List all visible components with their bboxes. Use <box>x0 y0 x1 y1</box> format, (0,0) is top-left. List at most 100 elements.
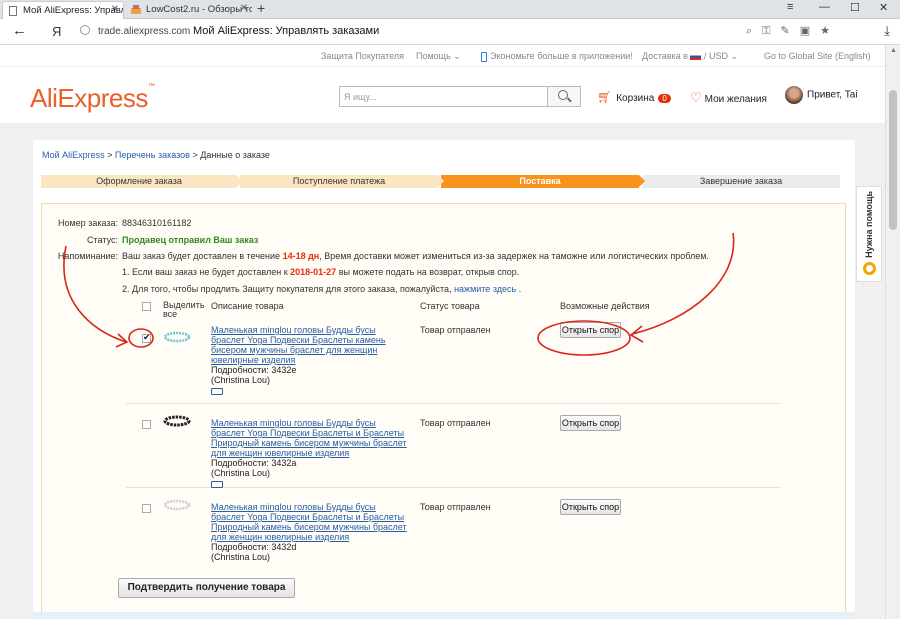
url-text[interactable]: trade.aliexpress.com <box>98 26 190 37</box>
document-icon <box>9 6 17 16</box>
shipping-icon[interactable] <box>211 481 223 488</box>
product-link[interactable]: Маленькая minglou головы Будды бусы брас… <box>211 418 407 458</box>
note-2: 2. Для того, чтобы продлить Защиту покуп… <box>122 284 521 294</box>
product-seller: (Christina Lou) <box>211 468 271 478</box>
item-checkbox[interactable] <box>142 504 151 513</box>
tab-aliexpress[interactable]: Мой AliExpress: Управля ✕ <box>2 1 124 19</box>
table-row: Маленькая minglou головы Будды бусы брас… <box>126 488 781 574</box>
cart-count-badge: 0 <box>658 94 671 103</box>
open-dispute-button[interactable]: Открыть спор <box>560 499 621 515</box>
product-link[interactable]: Маленькая minglou головы Будды бусы брас… <box>211 325 386 365</box>
open-dispute-button[interactable]: Открыть спор <box>560 415 621 431</box>
step-order-placed: Оформление заказа <box>41 175 243 188</box>
product-description: Маленькая minglou головы Будды бусы брас… <box>211 418 411 488</box>
order-info-box: Номер заказа: 88346310161182 Статус: Про… <box>41 203 846 619</box>
help-widget[interactable]: Нужна помощь <box>856 186 882 282</box>
open-dispute-button[interactable]: Открыть спор <box>560 322 621 338</box>
address-actions-icon[interactable]: ⌕⚿✎▣★ <box>746 24 840 38</box>
cart-icon: 🛒︎ <box>597 90 613 104</box>
reminder-text: Ваш заказ будет доставлен в течение 14-1… <box>122 251 709 261</box>
phone-icon <box>481 51 487 62</box>
lifebuoy-icon <box>863 262 876 275</box>
col-select-all: Выделить все <box>163 300 205 319</box>
status-label: Статус: <box>87 235 118 245</box>
close-tab-icon[interactable]: ✕ <box>240 3 248 14</box>
breadcrumb-orders[interactable]: Перечень заказов <box>115 150 190 160</box>
item-status: Товар отправлен <box>420 502 491 512</box>
extend-protection-link[interactable]: нажмите здесь <box>454 284 516 294</box>
help-label: Помощь <box>416 51 451 61</box>
note-1-post: вы можете подать на возврат, открыв спор… <box>336 267 520 277</box>
table-row: Маленькая minglou головы Будды бусы брас… <box>126 318 781 404</box>
minimize-icon[interactable]: — <box>819 1 830 13</box>
search-input[interactable]: Я ищу... <box>339 86 581 107</box>
wishlist-label: Мои желания <box>704 94 767 105</box>
step-complete: Завершение заказа <box>642 175 840 188</box>
product-seller: (Christina Lou) <box>211 375 271 385</box>
site-top-bar: Защита Покупателя Помощь ⌄ Экономьте бол… <box>0 45 885 67</box>
ship-to-selector[interactable]: Доставка в / USD ⌄ <box>642 51 738 62</box>
heart-icon: ♡ <box>690 90 702 105</box>
step-label: Завершение заказа <box>699 176 783 186</box>
step-label: Поступление платежа <box>292 176 386 186</box>
wishlist-link[interactable]: ♡ Мои желания <box>690 90 767 106</box>
yandex-logo[interactable]: Я <box>52 24 61 39</box>
scrollbar-thumb[interactable] <box>889 90 897 230</box>
help-widget-label: Нужна помощь <box>864 191 874 258</box>
order-details-panel: Мой AliExpress > Перечень заказов > Данн… <box>33 140 855 619</box>
scrollbar[interactable]: ▲ <box>885 45 900 619</box>
step-shipping: Поставка <box>441 175 645 188</box>
select-all-checkbox[interactable] <box>142 302 151 311</box>
reminder-label: Напоминание: <box>57 251 118 261</box>
menu-icon[interactable]: ≡ <box>787 1 793 13</box>
item-checkbox[interactable] <box>142 420 151 429</box>
global-site-link[interactable]: Go to Global Site (English) <box>764 51 871 61</box>
tab-label: LowCost2.ru - Обзоры това <box>146 4 252 15</box>
cart-link[interactable]: 🛒︎ Корзина 0 <box>597 90 671 104</box>
security-icon[interactable] <box>80 25 90 35</box>
step-label: Поставка <box>519 176 561 186</box>
item-checkbox[interactable] <box>142 332 151 343</box>
breadcrumb-my-aliexpress[interactable]: Мой AliExpress <box>42 150 105 160</box>
breadcrumb-separator: > <box>104 150 115 160</box>
product-image[interactable] <box>162 328 192 346</box>
item-status: Товар отправлен <box>420 418 491 428</box>
app-promo-link[interactable]: Экономьте больше в приложении! <box>481 51 633 62</box>
app-promo-label: Экономьте больше в приложении! <box>490 51 633 61</box>
product-description: Маленькая minglou головы Будды бусы брас… <box>211 325 411 395</box>
note-2-post: . <box>516 284 522 294</box>
page-title: Мой AliExpress: Управлять заказами <box>193 25 380 37</box>
buyer-protection-link[interactable]: Защита Покупателя <box>321 51 404 61</box>
close-tab-icon[interactable]: ✕ <box>111 4 119 15</box>
logo-text: AliExpress <box>30 83 148 113</box>
maximize-icon[interactable]: ☐ <box>850 1 860 14</box>
confirm-receipt-button[interactable]: Подтвердить получение товара <box>118 578 295 598</box>
back-arrow-icon[interactable]: ← <box>12 22 27 39</box>
cart-label: Корзина <box>616 93 655 104</box>
tab-lowcost[interactable]: LowCost2.ru - Обзоры това ✕ <box>126 1 252 19</box>
product-link[interactable]: Маленькая minglou головы Будды бусы брас… <box>211 502 407 542</box>
product-image[interactable] <box>162 496 192 514</box>
col-description: Описание товара <box>211 301 284 311</box>
search-button[interactable] <box>547 87 580 106</box>
breadcrumb: Мой AliExpress > Перечень заказов > Данн… <box>42 150 270 160</box>
product-details: Подробности: 3432a <box>211 458 297 468</box>
aliexpress-logo[interactable]: AliExpress™ <box>30 83 155 114</box>
breadcrumb-current: Данные о заказе <box>200 150 270 160</box>
step-payment: Поступление платежа <box>240 175 444 188</box>
user-menu[interactable]: Привет, Tai <box>785 86 858 104</box>
product-image[interactable] <box>162 412 192 430</box>
product-seller: (Christina Lou) <box>211 552 271 562</box>
close-window-icon[interactable]: ✕ <box>879 1 888 14</box>
breadcrumb-separator: > <box>189 150 201 160</box>
site-header: AliExpress™ Я ищу... 🛒︎ Корзина 0 ♡ Мои жел… <box>0 67 885 123</box>
download-icon[interactable]: ⤓ <box>884 23 890 39</box>
currency-label: / USD <box>703 51 728 61</box>
scroll-up-icon[interactable]: ▲ <box>890 47 897 54</box>
col-status: Статус товара <box>420 301 480 311</box>
shipping-icon[interactable] <box>211 388 223 395</box>
new-tab-button[interactable]: + <box>257 0 265 16</box>
help-link[interactable]: Помощь ⌄ <box>416 51 461 62</box>
search-placeholder: Я ищу... <box>344 92 377 102</box>
reminder-pre: Ваш заказ будет доставлен в течение <box>122 251 283 261</box>
